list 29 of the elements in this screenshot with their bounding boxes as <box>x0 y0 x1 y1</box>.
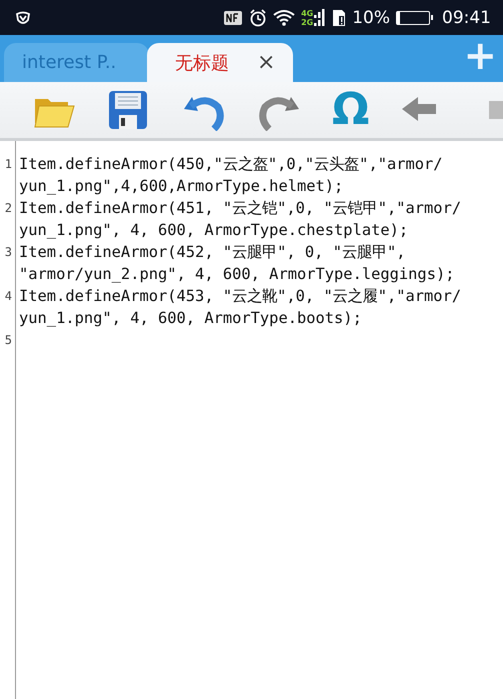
insert-symbol-button[interactable]: Ω <box>332 88 370 132</box>
signal-icon <box>314 9 326 26</box>
alarm-icon <box>249 8 268 26</box>
sim-card-icon <box>331 8 346 26</box>
wifi-icon <box>273 8 296 26</box>
code-line: Item.defineArmor(453, "云之靴",0, "云之履","armor/ <box>19 286 462 307</box>
clock: 09:41 <box>442 8 491 28</box>
code-line: Item.defineArmor(450,"云之盔",0,"云头盔","armor/ <box>19 154 443 175</box>
code-line: yun_1.png", 4, 600, ArmorType.chestplate); <box>19 220 410 241</box>
new-tab-button[interactable]: + <box>457 36 503 82</box>
line-number: 2 <box>4 200 13 217</box>
line-number: 3 <box>4 244 13 261</box>
shield-icon <box>14 10 32 26</box>
code-line: yun_1.png", 4, 600, ArmorType.boots); <box>19 308 363 329</box>
tab[interactable]: 无标题 × <box>147 43 293 82</box>
line-number: 1 <box>4 156 13 173</box>
code-line: "armor/yun_2.png", 4, 600, ArmorType.leggings); <box>19 264 454 285</box>
network-type: 2G <box>301 18 314 26</box>
code-line: Item.defineArmor(452, "云腿甲", 0, "云腿甲", <box>19 242 407 263</box>
line-number: 5 <box>4 332 13 349</box>
battery-icon <box>396 10 430 24</box>
line-number: 4 <box>4 288 13 305</box>
code-line: yun_1.png",4,600,ArmorType.helmet); <box>19 176 344 197</box>
tab[interactable]: interest P.. <box>4 43 149 82</box>
network-type: 4G <box>301 8 314 18</box>
close-tab-button[interactable]: × <box>257 52 276 74</box>
battery-percent: 10% <box>352 8 390 28</box>
code-line: Item.defineArmor(451, "云之铠",0, "云铠甲","armor/ <box>19 198 462 219</box>
nfc-icon <box>223 8 244 26</box>
